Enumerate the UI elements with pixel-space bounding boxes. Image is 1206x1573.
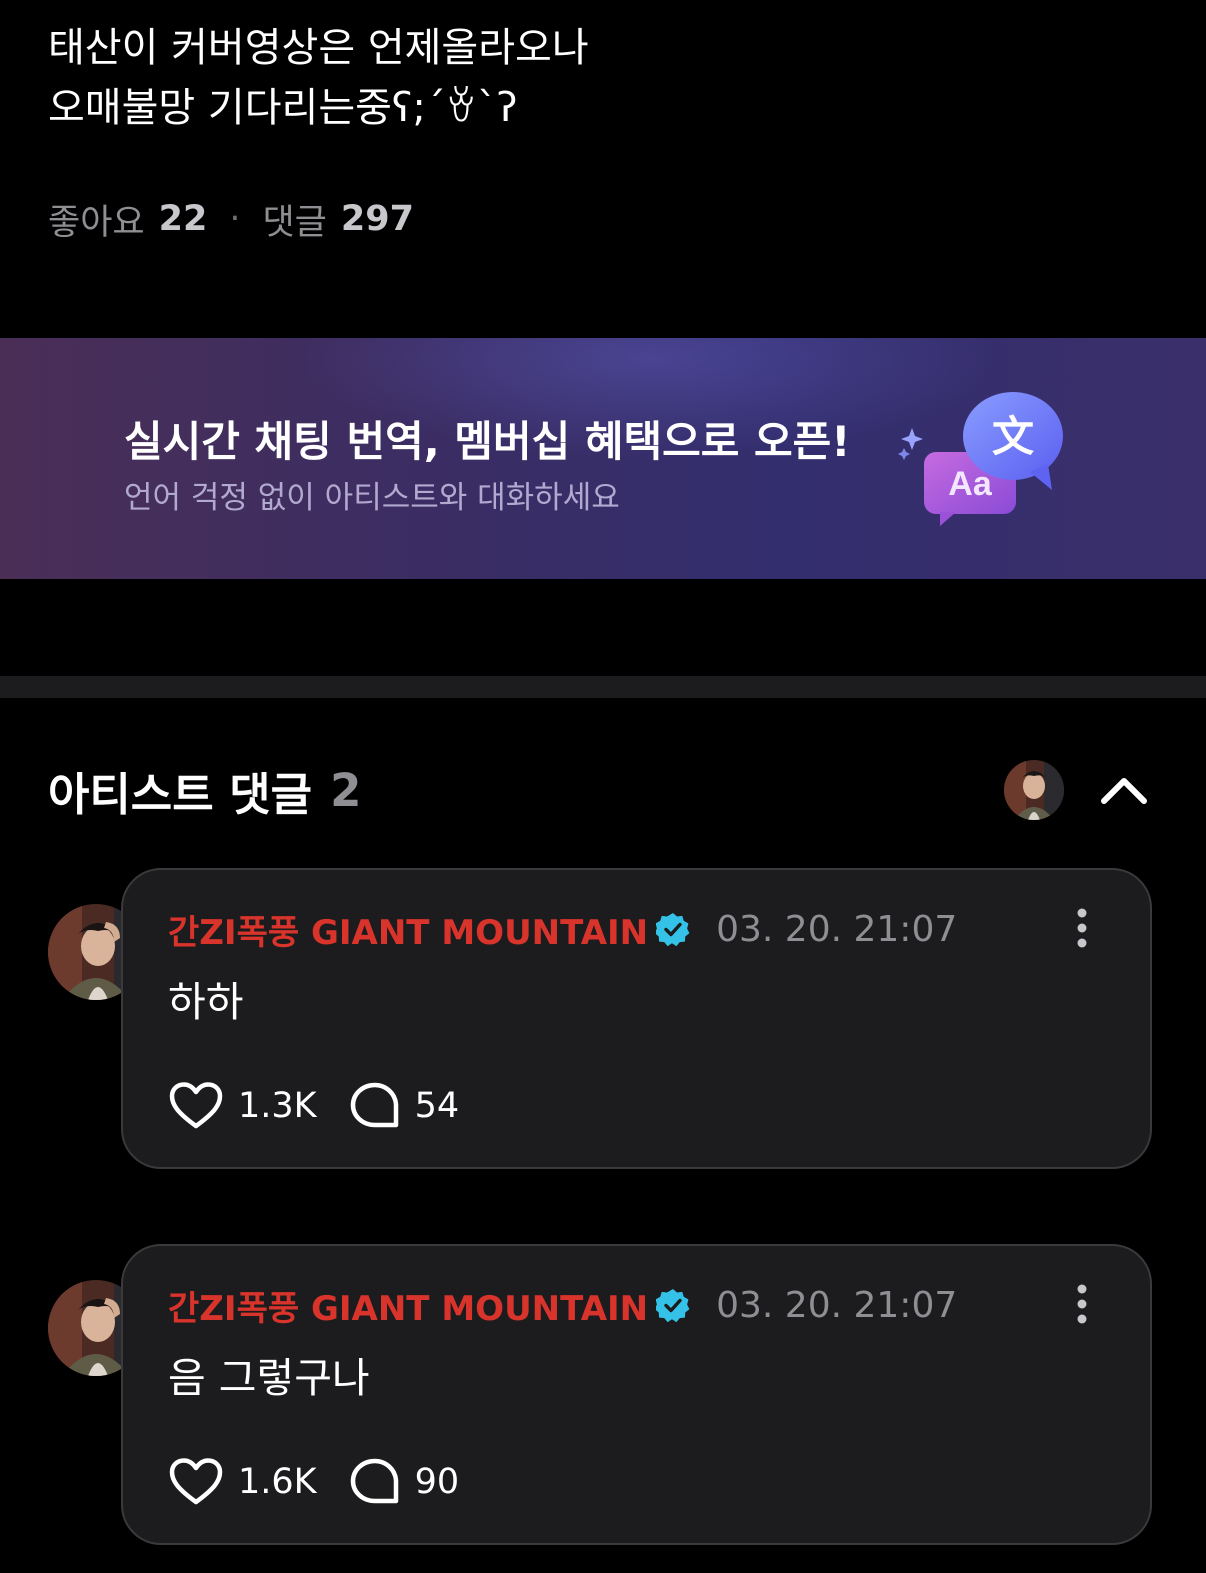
more-options-icon[interactable] — [1062, 904, 1102, 952]
likes-label: 좋아요 — [48, 202, 145, 243]
reply-count: 90 — [414, 1462, 460, 1502]
banner-title: 실시간 채팅 번역, 멤버십 혜택으로 오픈! — [124, 417, 851, 466]
heart-icon — [169, 1082, 223, 1129]
banner-icon-cjk: 文 — [992, 412, 1034, 461]
comment-body: 하하 — [168, 978, 244, 1026]
comment-author-name[interactable]: 간ZI폭풍 GIANT MOUNTAIN — [168, 905, 648, 954]
speech-bubble-icon — [350, 1458, 398, 1504]
membership-promo-banner[interactable]: 실시간 채팅 번역, 멤버십 혜택으로 오픈! 언어 걱정 없이 아티스트와 대… — [0, 338, 1206, 579]
verified-badge-icon — [654, 1288, 690, 1323]
section-divider — [0, 676, 1206, 698]
comments-label: 댓글 — [262, 202, 327, 243]
verified-badge-icon — [654, 912, 690, 947]
comment-timestamp: 03. 20. 21:07 — [716, 908, 958, 950]
heart-icon — [169, 1458, 223, 1505]
comment-actions: 1.6K 90 — [168, 1454, 491, 1510]
artist-comments-header: 아티스트 댓글 2 — [48, 758, 361, 822]
artist-comments-count: 2 — [330, 763, 362, 817]
banner-subtitle: 언어 걱정 없이 아티스트와 대화하세요 — [124, 480, 620, 516]
post-text: 태산이 커버영상은 언제올라오나 오매불망 기다리는중ʕ;´ꈊ`ʔ — [48, 25, 589, 131]
reply-button[interactable]: 54 — [349, 1081, 460, 1131]
like-count: 1.3K — [238, 1086, 317, 1126]
comment-meta: 간ZI폭풍 GIANT MOUNTAIN 03. 20. 21:07 — [168, 904, 957, 954]
comment-author-name[interactable]: 간ZI폭풍 GIANT MOUNTAIN — [168, 1281, 648, 1330]
post-stats: 좋아요 22 · 댓글 297 — [48, 194, 414, 244]
chevron-up-icon[interactable] — [1096, 764, 1152, 816]
stats-separator: · — [229, 199, 241, 239]
speech-bubble-icon — [350, 1082, 398, 1128]
more-options-icon[interactable] — [1062, 1280, 1102, 1328]
comment-actions: 1.3K 54 — [168, 1078, 491, 1134]
likes-count[interactable]: 22 — [159, 199, 208, 239]
comment-body: 음 그렇구나 — [168, 1354, 370, 1402]
reply-button[interactable]: 90 — [349, 1457, 460, 1507]
comments-count[interactable]: 297 — [341, 199, 414, 239]
comment-meta: 간ZI폭풍 GIANT MOUNTAIN 03. 20. 21:07 — [168, 1280, 957, 1330]
like-button[interactable]: 1.3K — [168, 1081, 317, 1131]
like-count: 1.6K — [238, 1462, 317, 1502]
like-button[interactable]: 1.6K — [168, 1457, 317, 1507]
translate-chat-icon: Aa 文 — [890, 388, 1080, 538]
artist-comments-title: 아티스트 댓글 — [48, 767, 313, 821]
comment-timestamp: 03. 20. 21:07 — [716, 1284, 958, 1326]
post-detail-page: 태산이 커버영상은 언제올라오나 오매불망 기다리는중ʕ;´ꈊ`ʔ 좋아요 22… — [0, 0, 1206, 1573]
artist-avatar[interactable] — [1004, 760, 1064, 820]
reply-count: 54 — [414, 1086, 460, 1126]
